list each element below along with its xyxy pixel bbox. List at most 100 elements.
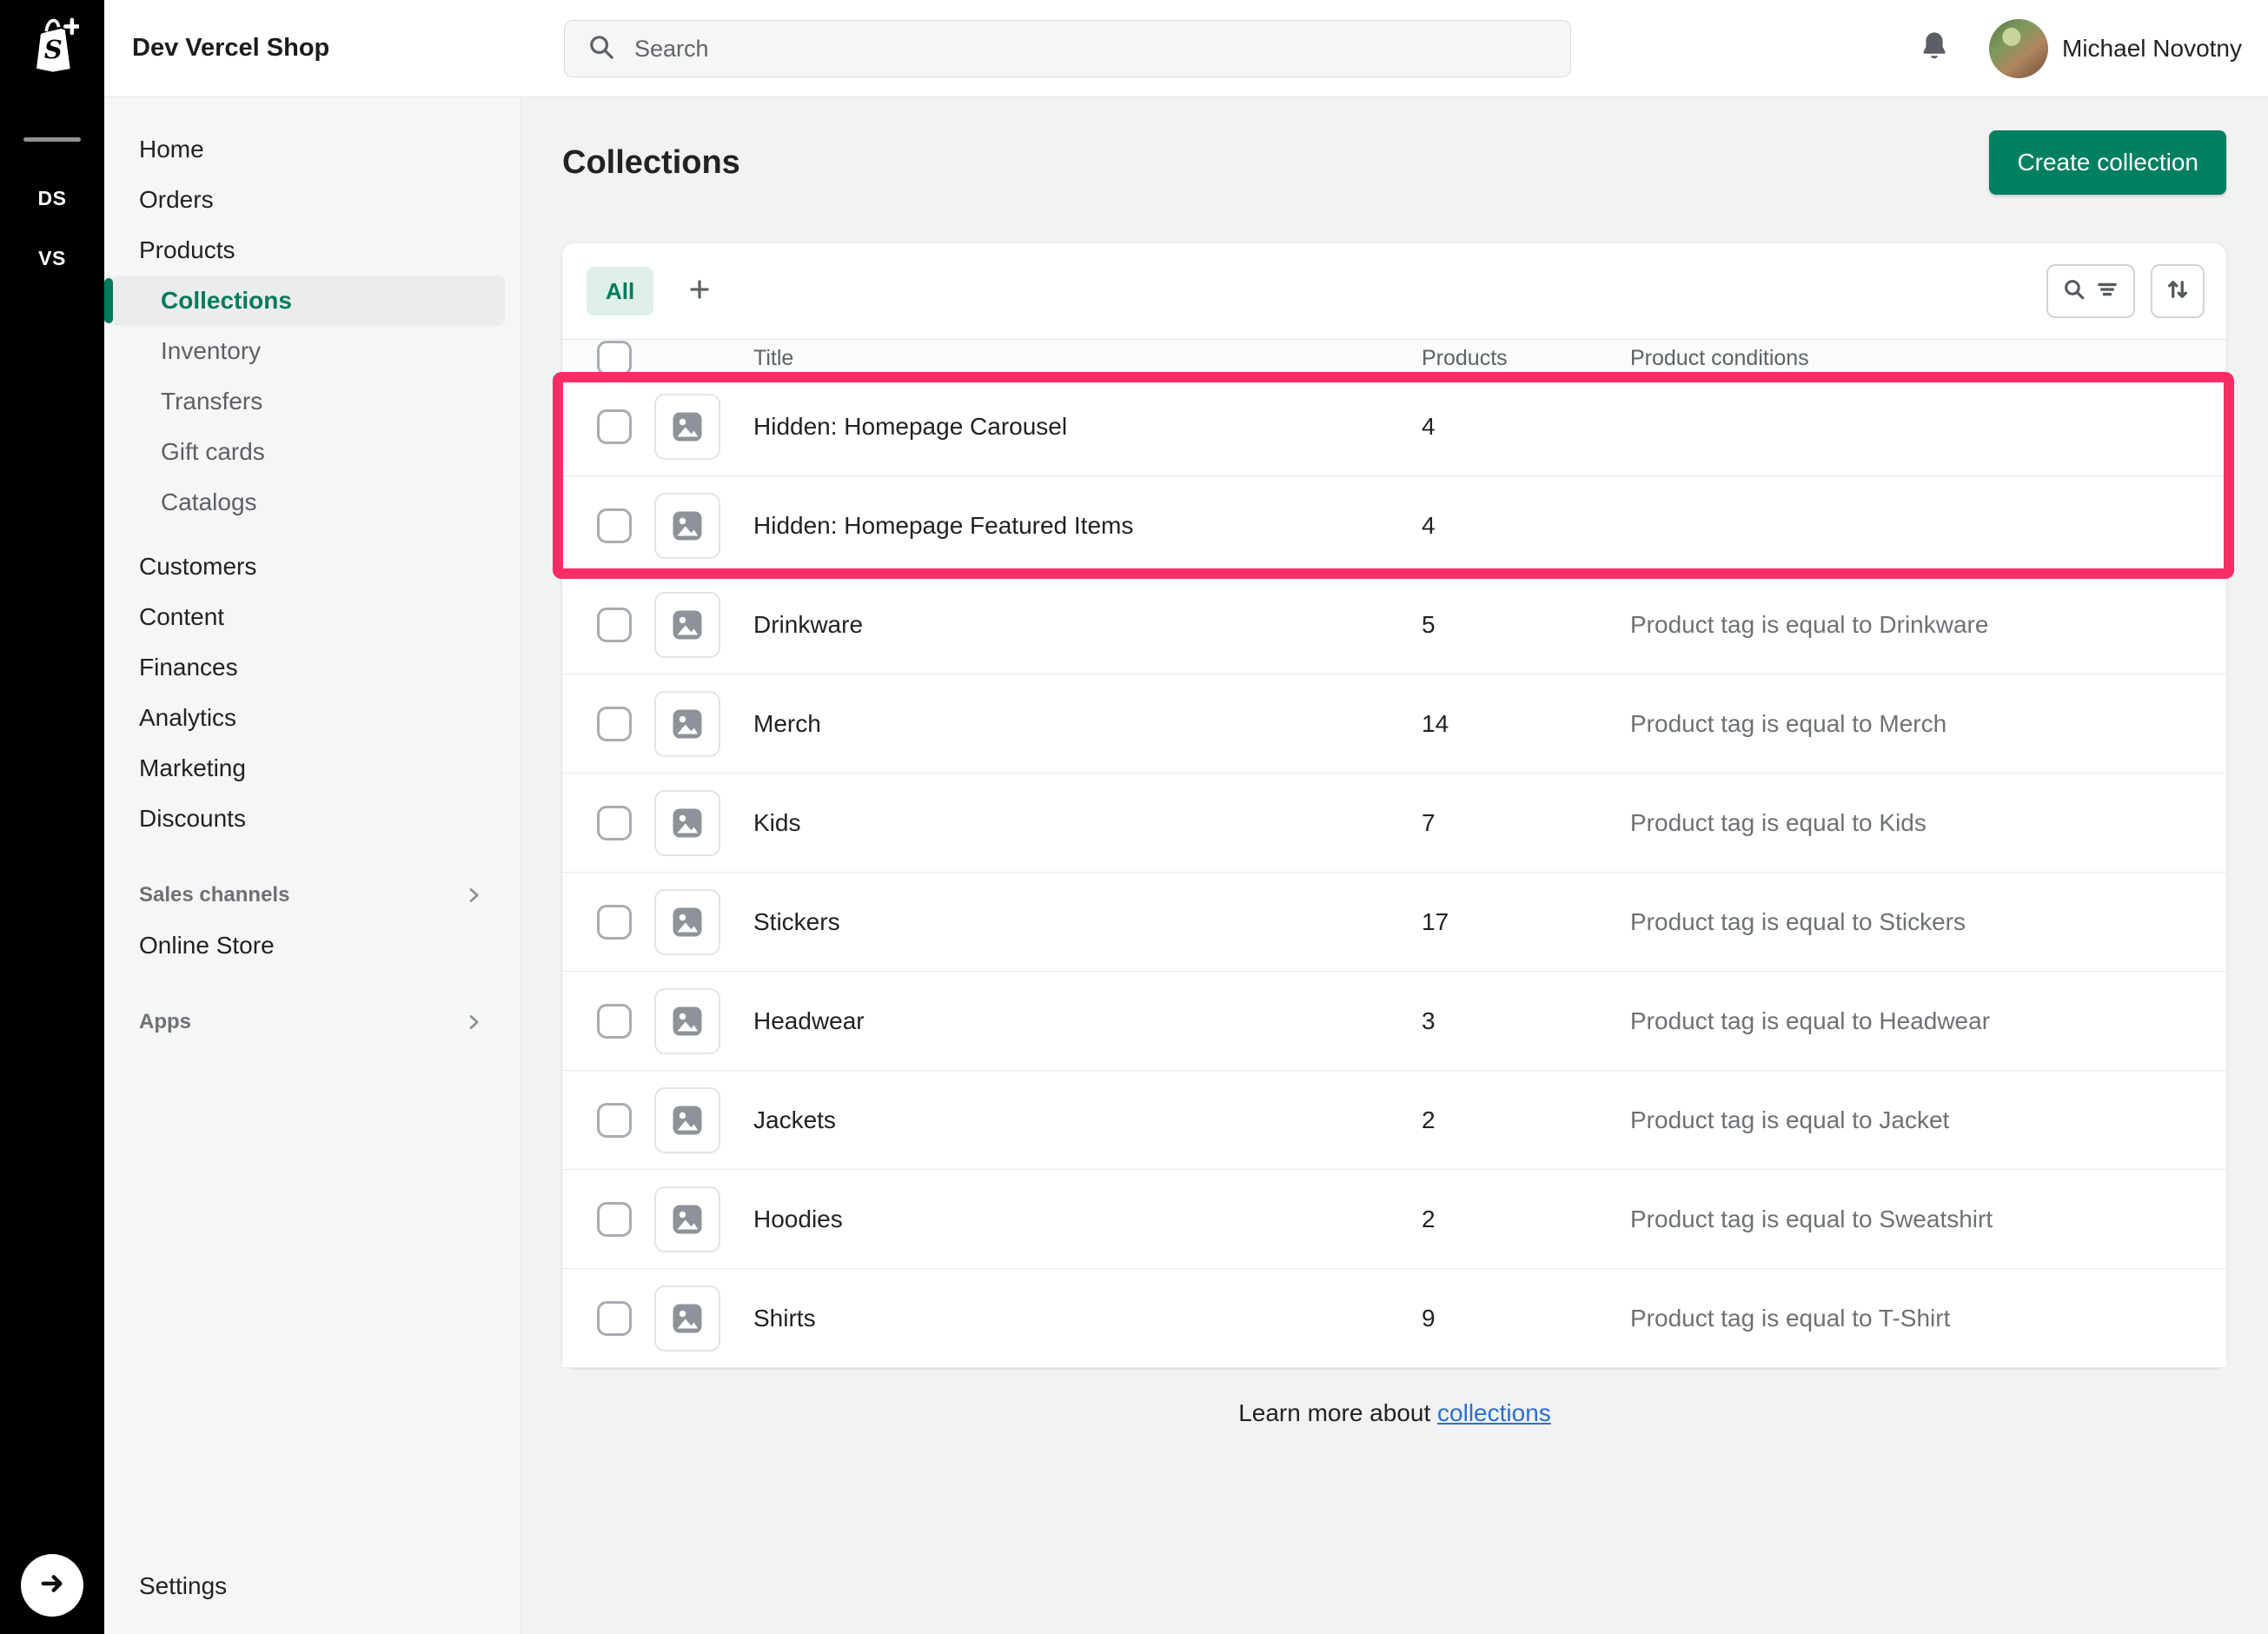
row-checkbox[interactable]	[597, 806, 632, 840]
index-toolbar: All	[562, 243, 2226, 339]
page-header: Collections Create collection	[562, 130, 2226, 195]
notifications-button[interactable]	[1916, 28, 1953, 69]
collection-title[interactable]: Hidden: Homepage Carousel	[753, 413, 1422, 441]
collection-products-count: 2	[1422, 1106, 1630, 1134]
row-checkbox[interactable]	[597, 707, 632, 741]
chevron-right-icon	[463, 1012, 484, 1033]
sidebar-item-content[interactable]: Content	[111, 592, 505, 642]
image-placeholder-icon	[668, 1299, 706, 1338]
sidebar-item-gift-cards[interactable]: Gift cards	[111, 427, 505, 477]
sidebar-heading-label: Sales channels	[139, 883, 289, 907]
svg-text:S: S	[44, 34, 63, 63]
sidebar-item-label: Analytics	[139, 704, 236, 732]
search-and-filter-button[interactable]	[2046, 264, 2135, 318]
collection-products-count: 4	[1422, 413, 1630, 441]
collection-thumbnail	[654, 592, 720, 658]
collection-condition: Product tag is equal to Kids	[1630, 809, 2226, 837]
sidebar-item-home[interactable]: Home	[111, 124, 505, 175]
row-checkbox[interactable]	[597, 608, 632, 642]
table-row[interactable]: Jackets 2 Product tag is equal to Jacket	[562, 1071, 2226, 1170]
learn-more-footer: Learn more about collections	[521, 1399, 2268, 1427]
collection-products-count: 7	[1422, 809, 1630, 837]
learn-more-text: Learn more about	[1238, 1399, 1437, 1426]
row-checkbox[interactable]	[597, 1301, 632, 1336]
global-search[interactable]	[564, 20, 1571, 77]
image-placeholder-icon	[668, 804, 706, 842]
workspace-item-vs[interactable]: VS	[38, 247, 66, 270]
collection-thumbnail	[654, 790, 720, 856]
collection-title[interactable]: Drinkware	[753, 611, 1422, 639]
row-checkbox[interactable]	[597, 905, 632, 940]
sidebar-item-analytics[interactable]: Analytics	[111, 693, 505, 743]
collections-card: All	[562, 243, 2226, 1368]
shopify-admin-app: S DS VS Dev Vercel Shop	[0, 0, 2268, 1634]
collection-title[interactable]: Kids	[753, 809, 1422, 837]
create-collection-button[interactable]: Create collection	[1989, 130, 2226, 195]
chevron-right-icon	[463, 885, 484, 906]
collection-products-count: 17	[1422, 908, 1630, 936]
collection-condition: Product tag is equal to Headwear	[1630, 1007, 2226, 1035]
row-checkbox[interactable]	[597, 1202, 632, 1237]
sidebar-item-finances[interactable]: Finances	[111, 642, 505, 693]
image-placeholder-icon	[668, 1200, 706, 1239]
sidebar-item-label: Finances	[139, 654, 238, 681]
content-area: Home Orders Products Collections Invento…	[104, 97, 2268, 1634]
table-row[interactable]: Hidden: Homepage Featured Items 4	[562, 476, 2226, 575]
row-checkbox[interactable]	[597, 1103, 632, 1138]
table-row[interactable]: Headwear 3 Product tag is equal to Headw…	[562, 972, 2226, 1071]
sidebar-item-catalogs[interactable]: Catalogs	[111, 477, 505, 528]
collections-help-link[interactable]: collections	[1437, 1399, 1551, 1426]
sidebar-item-label: Gift cards	[161, 438, 265, 466]
collection-title[interactable]: Hidden: Homepage Featured Items	[753, 512, 1422, 540]
sidebar-item-transfers[interactable]: Transfers	[111, 376, 505, 427]
sidebar-item-collections[interactable]: Collections	[111, 276, 505, 326]
sidebar-item-inventory[interactable]: Inventory	[111, 326, 505, 376]
collection-title[interactable]: Jackets	[753, 1106, 1422, 1134]
collection-condition: Product tag is equal to Drinkware	[1630, 611, 2226, 639]
sidebar-item-discounts[interactable]: Discounts	[111, 794, 505, 844]
table-row[interactable]: Stickers 17 Product tag is equal to Stic…	[562, 873, 2226, 972]
sidebar-item-customers[interactable]: Customers	[111, 541, 505, 592]
sidebar-item-orders[interactable]: Orders	[111, 175, 505, 225]
sort-button[interactable]	[2151, 264, 2205, 318]
table-row[interactable]: Hidden: Homepage Carousel 4	[562, 377, 2226, 476]
table-row[interactable]: Hoodies 2 Product tag is equal to Sweats…	[562, 1170, 2226, 1269]
collection-thumbnail	[654, 889, 720, 955]
sidebar-heading-sales-channels[interactable]: Sales channels	[111, 870, 505, 920]
rail-expand-button[interactable]	[21, 1554, 83, 1617]
add-view-button[interactable]	[678, 269, 721, 313]
sidebar-item-label: Marketing	[139, 754, 246, 782]
select-all-checkbox[interactable]	[597, 341, 632, 375]
workspace-item-ds[interactable]: DS	[38, 187, 67, 210]
search-icon	[587, 33, 615, 65]
sidebar-item-online-store[interactable]: Online Store	[111, 920, 505, 971]
sidebar-item-products[interactable]: Products	[111, 225, 505, 276]
user-avatar[interactable]	[1989, 19, 2048, 78]
sidebar-item-marketing[interactable]: Marketing	[111, 743, 505, 794]
shopify-plus-logo-icon: S	[25, 17, 79, 82]
collection-title[interactable]: Hoodies	[753, 1206, 1422, 1233]
bell-icon	[1916, 28, 1953, 69]
user-name[interactable]: Michael Novotny	[2062, 35, 2242, 63]
sidebar-item-label: Transfers	[161, 388, 262, 415]
table-row[interactable]: Merch 14 Product tag is equal to Merch	[562, 674, 2226, 774]
collection-title[interactable]: Stickers	[753, 908, 1422, 936]
image-placeholder-icon	[668, 408, 706, 446]
tab-all[interactable]: All	[587, 267, 653, 316]
collection-title[interactable]: Merch	[753, 710, 1422, 738]
shopify-logo-button[interactable]: S	[0, 0, 104, 97]
collection-title[interactable]: Headwear	[753, 1007, 1422, 1035]
table-row[interactable]: Drinkware 5 Product tag is equal to Drin…	[562, 575, 2226, 674]
sidebar-item-settings[interactable]: Settings	[111, 1561, 505, 1611]
table-row[interactable]: Kids 7 Product tag is equal to Kids	[562, 774, 2226, 873]
row-checkbox[interactable]	[597, 508, 632, 543]
collection-title[interactable]: Shirts	[753, 1305, 1422, 1332]
table-row[interactable]: Shirts 9 Product tag is equal to T-Shirt	[562, 1269, 2226, 1368]
topbar-right-group: Michael Novotny	[1916, 19, 2268, 78]
search-input[interactable]	[633, 35, 1570, 63]
row-checkbox[interactable]	[597, 1004, 632, 1039]
image-placeholder-icon	[668, 1002, 706, 1040]
sidebar-heading-apps[interactable]: Apps	[111, 997, 505, 1047]
collection-thumbnail	[654, 394, 720, 460]
row-checkbox[interactable]	[597, 409, 632, 444]
